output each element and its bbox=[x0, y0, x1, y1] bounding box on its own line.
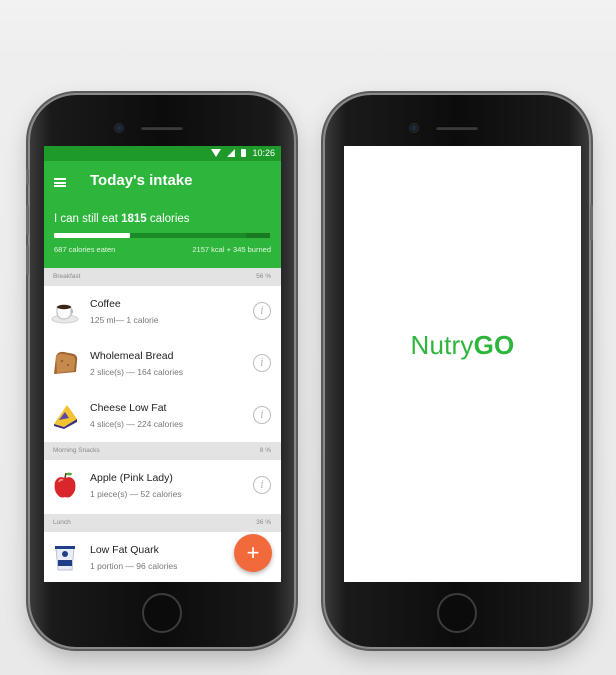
speaker-grille bbox=[436, 126, 478, 130]
info-icon[interactable]: i bbox=[253, 406, 271, 424]
remaining-calories-value: 1815 bbox=[121, 213, 147, 225]
home-button[interactable] bbox=[142, 593, 182, 633]
burned-segment bbox=[246, 233, 270, 238]
phone-left: 10:26 Today's intake I can still eat 181… bbox=[26, 95, 294, 647]
section-percent: 8 % bbox=[259, 447, 271, 454]
info-icon[interactable]: i bbox=[253, 302, 271, 320]
page-title: Today's intake bbox=[90, 172, 193, 189]
section-name: Lunch bbox=[53, 519, 71, 526]
food-item-wholemeal-bread[interactable]: Wholemeal Bread 2 slice(s) — 164 calorie… bbox=[44, 338, 281, 390]
phone-right: NutryGO bbox=[325, 95, 593, 647]
food-detail: 2 slice(s) — 164 calories bbox=[90, 367, 184, 377]
food-item-cheese-low-fat[interactable]: Cheese Low Fat 4 slice(s) — 224 calories… bbox=[44, 390, 281, 442]
section-header-breakfast: Breakfast 56 % bbox=[44, 268, 281, 286]
bread-icon bbox=[54, 351, 78, 374]
wifi-icon bbox=[211, 149, 222, 157]
speaker-grille bbox=[141, 126, 183, 130]
remaining-calories-text: I can still eat 1815 calories bbox=[54, 213, 190, 225]
section-percent: 36 % bbox=[256, 519, 271, 526]
info-icon[interactable]: i bbox=[253, 354, 271, 372]
food-detail: 4 slice(s) — 224 calories bbox=[90, 419, 184, 429]
status-time: 10:26 bbox=[252, 148, 275, 158]
coffee-cup-icon bbox=[51, 304, 79, 324]
info-icon[interactable]: i bbox=[253, 476, 271, 494]
apple-icon bbox=[54, 472, 76, 498]
front-camera bbox=[410, 124, 418, 132]
food-detail: 1 piece(s) — 52 calories bbox=[90, 489, 182, 499]
section-name: Morning Snacks bbox=[53, 447, 100, 454]
side-button bbox=[26, 169, 29, 185]
calorie-progress-bar bbox=[54, 233, 270, 238]
home-button[interactable] bbox=[437, 593, 477, 633]
side-button bbox=[26, 245, 29, 275]
food-name: Apple (Pink Lady) bbox=[90, 472, 173, 484]
food-detail: 1 portion — 96 calories bbox=[90, 561, 178, 571]
quark-cup-icon bbox=[55, 546, 75, 571]
calories-eaten: 687 calories eaten bbox=[54, 245, 116, 254]
food-detail: 125 ml— 1 calorie bbox=[90, 315, 159, 325]
status-bar: 10:26 bbox=[44, 146, 281, 161]
add-food-button[interactable]: + bbox=[234, 534, 272, 572]
section-name: Breakfast bbox=[53, 273, 81, 280]
cheese-icon bbox=[54, 405, 77, 429]
section-percent: 56 % bbox=[256, 273, 271, 280]
food-name: Cheese Low Fat bbox=[90, 402, 167, 414]
app-screen: 10:26 Today's intake I can still eat 181… bbox=[44, 146, 281, 582]
battery-icon bbox=[241, 149, 247, 157]
food-name: Low Fat Quark bbox=[90, 544, 159, 556]
signal-icon bbox=[227, 149, 236, 157]
front-camera bbox=[115, 124, 123, 132]
food-item-coffee[interactable]: Coffee 125 ml— 1 calorie i bbox=[44, 286, 281, 338]
food-item-apple[interactable]: Apple (Pink Lady) 1 piece(s) — 52 calori… bbox=[44, 460, 281, 512]
calorie-budget: 2157 kcal + 345 burned bbox=[192, 245, 271, 254]
section-header-morning-snacks: Morning Snacks 8 % bbox=[44, 442, 281, 460]
side-button bbox=[26, 205, 29, 235]
side-button bbox=[590, 205, 593, 241]
food-name: Wholemeal Bread bbox=[90, 350, 174, 362]
menu-icon[interactable] bbox=[54, 178, 66, 187]
food-name: Coffee bbox=[90, 298, 121, 310]
nutrygo-logo: NutryGO bbox=[410, 330, 515, 360]
calorie-progress-fill bbox=[54, 233, 130, 238]
section-header-lunch: Lunch 36 % bbox=[44, 514, 281, 532]
app-header: Today's intake I can still eat 1815 calo… bbox=[44, 161, 281, 283]
splash-screen: NutryGO bbox=[344, 146, 581, 582]
